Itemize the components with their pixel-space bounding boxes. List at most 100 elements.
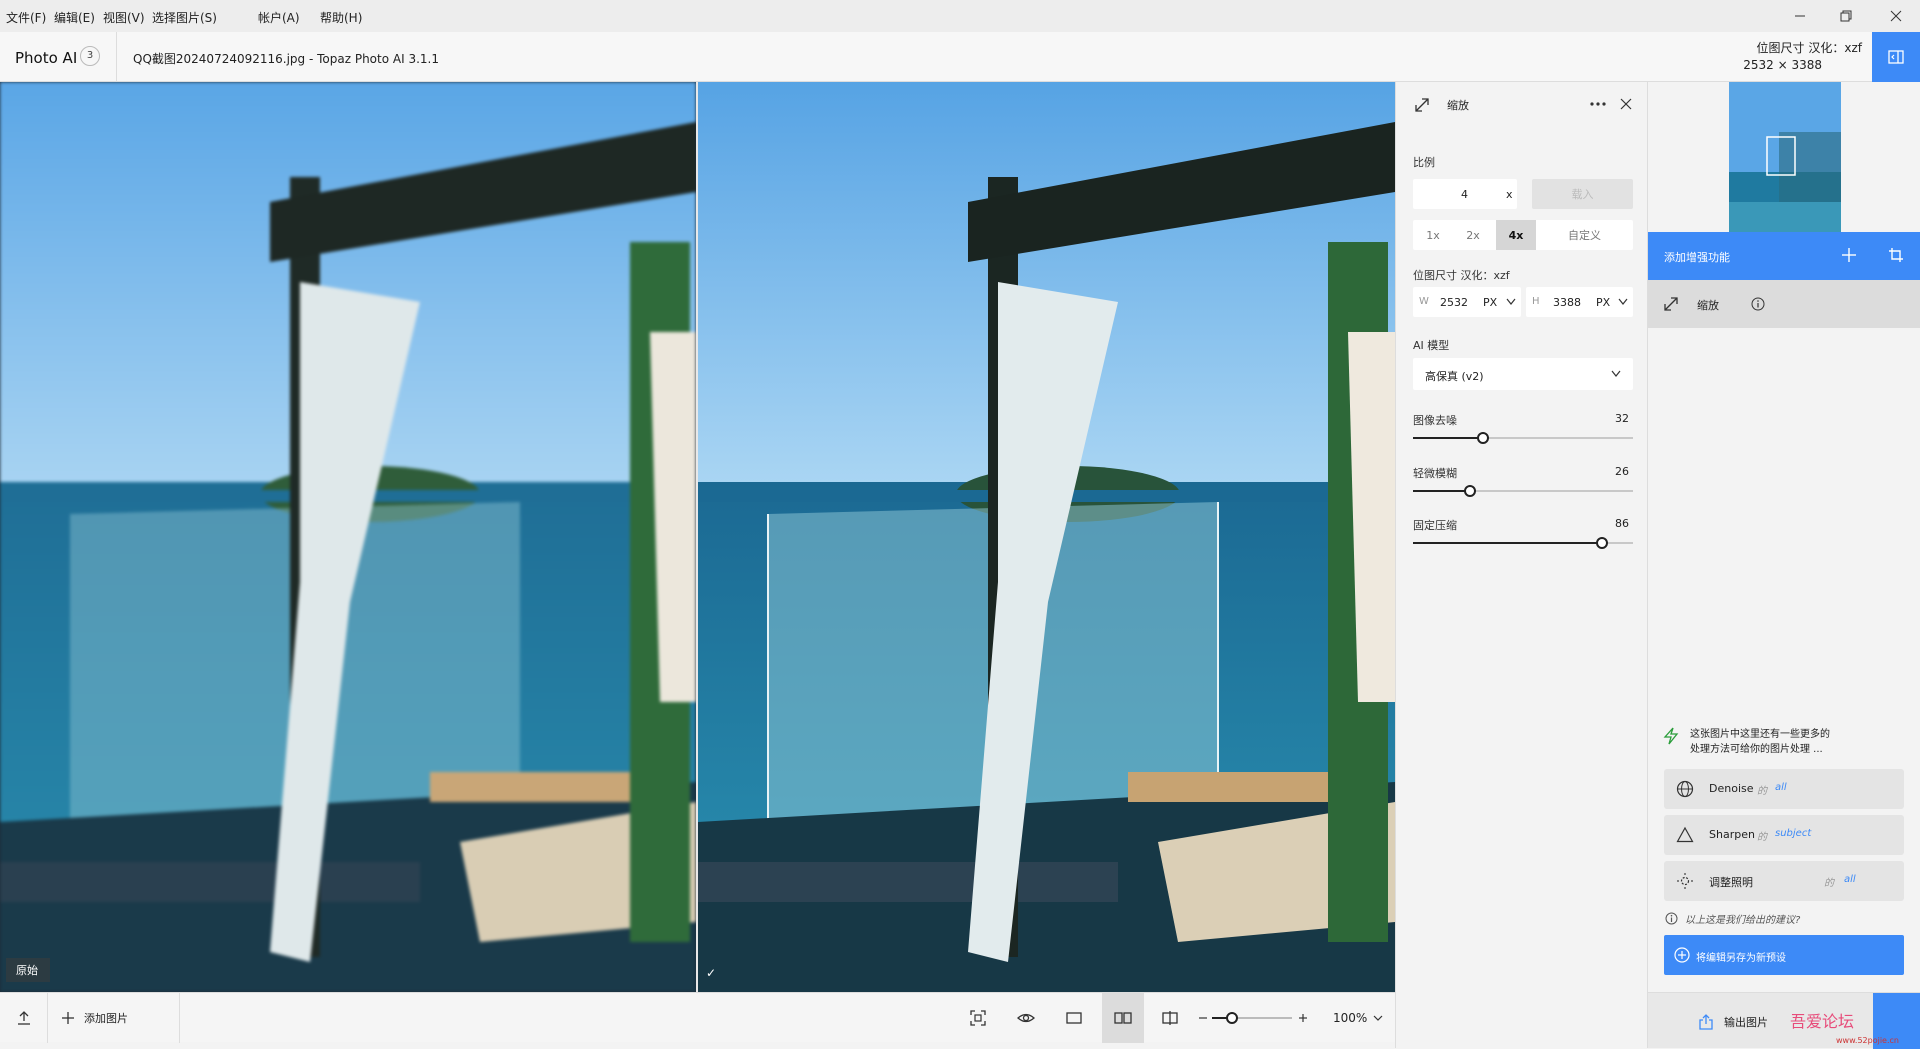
preset-2x[interactable]: 2x bbox=[1453, 220, 1493, 250]
menu-help[interactable]: 帮助(H) bbox=[320, 9, 362, 26]
right-panel: 添加增强功能 缩放 这张图片中这里还有一些更多的 处理方法可给你的图片处理 ..… bbox=[1647, 82, 1920, 1049]
close-icon bbox=[1890, 10, 1902, 22]
suggestion-text-line1: 这张图片中这里还有一些更多的 bbox=[1690, 729, 1830, 740]
preset-4x[interactable]: 4x bbox=[1496, 220, 1536, 250]
upscale-settings-panel: 缩放 比例 4 x 载入 1x 2x 4x 自定义 位图尺寸 汉化：xzf W … bbox=[1395, 82, 1647, 1048]
deblur-slider[interactable] bbox=[1413, 485, 1633, 497]
add-enhancement-bar[interactable]: 添加增强功能 bbox=[1648, 232, 1920, 280]
zoom-slider[interactable] bbox=[1212, 1012, 1292, 1024]
image-count-badge[interactable]: 3 bbox=[80, 46, 100, 66]
plus-icon bbox=[62, 1012, 74, 1024]
menu-view[interactable]: 视图(V) bbox=[103, 9, 145, 26]
dimension-value: 2532 × 3388 bbox=[1743, 58, 1822, 72]
denoise-slider-knob[interactable] bbox=[1477, 432, 1490, 444]
suggestion-text-line2: 处理方法可给你的图片处理 ... bbox=[1690, 744, 1823, 755]
suggestion-target[interactable]: subject bbox=[1775, 828, 1811, 839]
app-name: Photo AI bbox=[15, 49, 78, 67]
split-divider[interactable] bbox=[696, 82, 698, 992]
denoise-slider-fill bbox=[1413, 437, 1484, 439]
suggestion-of: 的 bbox=[1824, 878, 1834, 889]
minus-icon bbox=[1199, 1017, 1207, 1019]
compression-slider[interactable] bbox=[1413, 537, 1633, 549]
denoise-slider[interactable] bbox=[1413, 432, 1633, 444]
watermark-logo: 吾爱论坛 bbox=[1790, 1012, 1855, 1031]
plus-icon[interactable] bbox=[1841, 247, 1857, 263]
preset-1x[interactable]: 1x bbox=[1413, 220, 1453, 250]
crop-icon[interactable] bbox=[1888, 247, 1904, 263]
original-image-pane[interactable] bbox=[0, 82, 696, 992]
active-filter-upscale[interactable]: 缩放 bbox=[1648, 280, 1920, 328]
suggestion-info-text[interactable]: 以上这是我们给出的建议? bbox=[1685, 911, 1800, 926]
compression-slider-knob[interactable] bbox=[1596, 537, 1609, 549]
close-window-button[interactable] bbox=[1873, 0, 1919, 32]
save-preset-button[interactable]: 将编辑另存为新预设 bbox=[1664, 935, 1904, 975]
chevron-down-icon bbox=[1373, 1015, 1383, 1021]
add-enhancement-label: 添加增强功能 bbox=[1664, 251, 1730, 264]
scale-input[interactable]: 4 x bbox=[1413, 179, 1517, 209]
eye-icon bbox=[1017, 1013, 1035, 1023]
menu-account[interactable]: 帐户(A) bbox=[258, 9, 300, 26]
single-view-button[interactable] bbox=[1056, 993, 1092, 1043]
suggestion-name: Denoise bbox=[1709, 782, 1754, 795]
ai-model-label: AI 模型 bbox=[1413, 339, 1450, 352]
sidebar-panel-icon bbox=[1888, 50, 1904, 64]
info-icon bbox=[1665, 912, 1678, 925]
single-view-icon bbox=[1066, 1012, 1082, 1024]
zoom-out-button[interactable] bbox=[1196, 993, 1210, 1043]
upload-icon bbox=[17, 1011, 30, 1025]
side-by-side-view-button[interactable] bbox=[1102, 993, 1144, 1043]
suggestion-sharpen[interactable]: Sharpen 的 subject bbox=[1664, 815, 1904, 855]
add-image-button[interactable]: 添加图片 bbox=[60, 993, 180, 1043]
zoom-in-button[interactable] bbox=[1296, 993, 1310, 1043]
suggestion-lighting[interactable]: 调整照明 的 all bbox=[1664, 861, 1904, 901]
scale-apply-button[interactable]: 载入 bbox=[1532, 179, 1633, 209]
menu-edit[interactable]: 编辑(E) bbox=[54, 9, 95, 26]
add-image-label: 添加图片 bbox=[84, 1012, 128, 1025]
size-label: 位图尺寸 汉化：xzf bbox=[1413, 269, 1510, 282]
suggestion-target[interactable]: all bbox=[1775, 782, 1787, 793]
chevron-down-icon bbox=[1618, 298, 1628, 305]
panel-toggle-button[interactable] bbox=[1872, 32, 1920, 82]
compression-slider-fill bbox=[1413, 542, 1603, 544]
image-canvas[interactable]: 原始 ✓ bbox=[0, 82, 1395, 992]
slider-value-deblur: 26 bbox=[1615, 465, 1629, 478]
upscale-icon bbox=[1664, 297, 1678, 311]
divider bbox=[116, 32, 117, 82]
info-icon[interactable] bbox=[1751, 297, 1765, 311]
menu-file[interactable]: 文件(F) bbox=[6, 9, 46, 26]
suggestion-denoise[interactable]: Denoise 的 all bbox=[1664, 769, 1904, 809]
upload-button[interactable] bbox=[0, 993, 48, 1043]
suggestion-target[interactable]: all bbox=[1844, 874, 1856, 885]
processed-image-pane[interactable] bbox=[698, 82, 1395, 992]
title-bar: Photo AI 3 QQ截图20240724092116.jpg - Topa… bbox=[0, 32, 1920, 82]
restore-icon bbox=[1840, 10, 1852, 22]
original-image bbox=[0, 82, 696, 992]
more-options-icon[interactable] bbox=[1589, 101, 1607, 107]
navigator-thumbnail[interactable] bbox=[1729, 82, 1841, 232]
zoom-value[interactable]: 100% bbox=[1333, 1011, 1367, 1025]
minimize-button[interactable] bbox=[1777, 0, 1823, 32]
zoom-slider-knob[interactable] bbox=[1226, 1012, 1238, 1024]
lightning-icon bbox=[1663, 727, 1679, 745]
settings-title: 缩放 bbox=[1447, 99, 1469, 112]
preview-toggle-button[interactable] bbox=[1008, 993, 1044, 1043]
preset-custom[interactable]: 自定义 bbox=[1536, 220, 1633, 250]
ai-model-select[interactable]: 高保真 (v2) bbox=[1413, 358, 1633, 390]
height-unit[interactable]: PX bbox=[1596, 296, 1610, 309]
export-icon bbox=[1699, 1014, 1713, 1030]
width-field[interactable]: W 2532 PX bbox=[1413, 287, 1521, 317]
deblur-slider-knob[interactable] bbox=[1464, 485, 1477, 497]
slider-label-deblur: 轻微模糊 bbox=[1413, 467, 1457, 480]
height-field[interactable]: H 3388 PX bbox=[1526, 287, 1633, 317]
export-label: 输出图片 bbox=[1724, 1016, 1768, 1029]
width-unit[interactable]: PX bbox=[1483, 296, 1497, 309]
zoom-dropdown-button[interactable] bbox=[1370, 993, 1386, 1043]
menu-select-image[interactable]: 选择图片(S) bbox=[152, 9, 217, 26]
split-view-button[interactable] bbox=[1152, 993, 1188, 1043]
focus-view-button[interactable] bbox=[960, 993, 996, 1043]
lighting-icon bbox=[1677, 873, 1693, 889]
restore-button[interactable] bbox=[1823, 0, 1869, 32]
thumbnail-image bbox=[1729, 82, 1841, 232]
close-panel-icon[interactable] bbox=[1620, 98, 1632, 110]
plus-circle-icon bbox=[1674, 947, 1690, 963]
